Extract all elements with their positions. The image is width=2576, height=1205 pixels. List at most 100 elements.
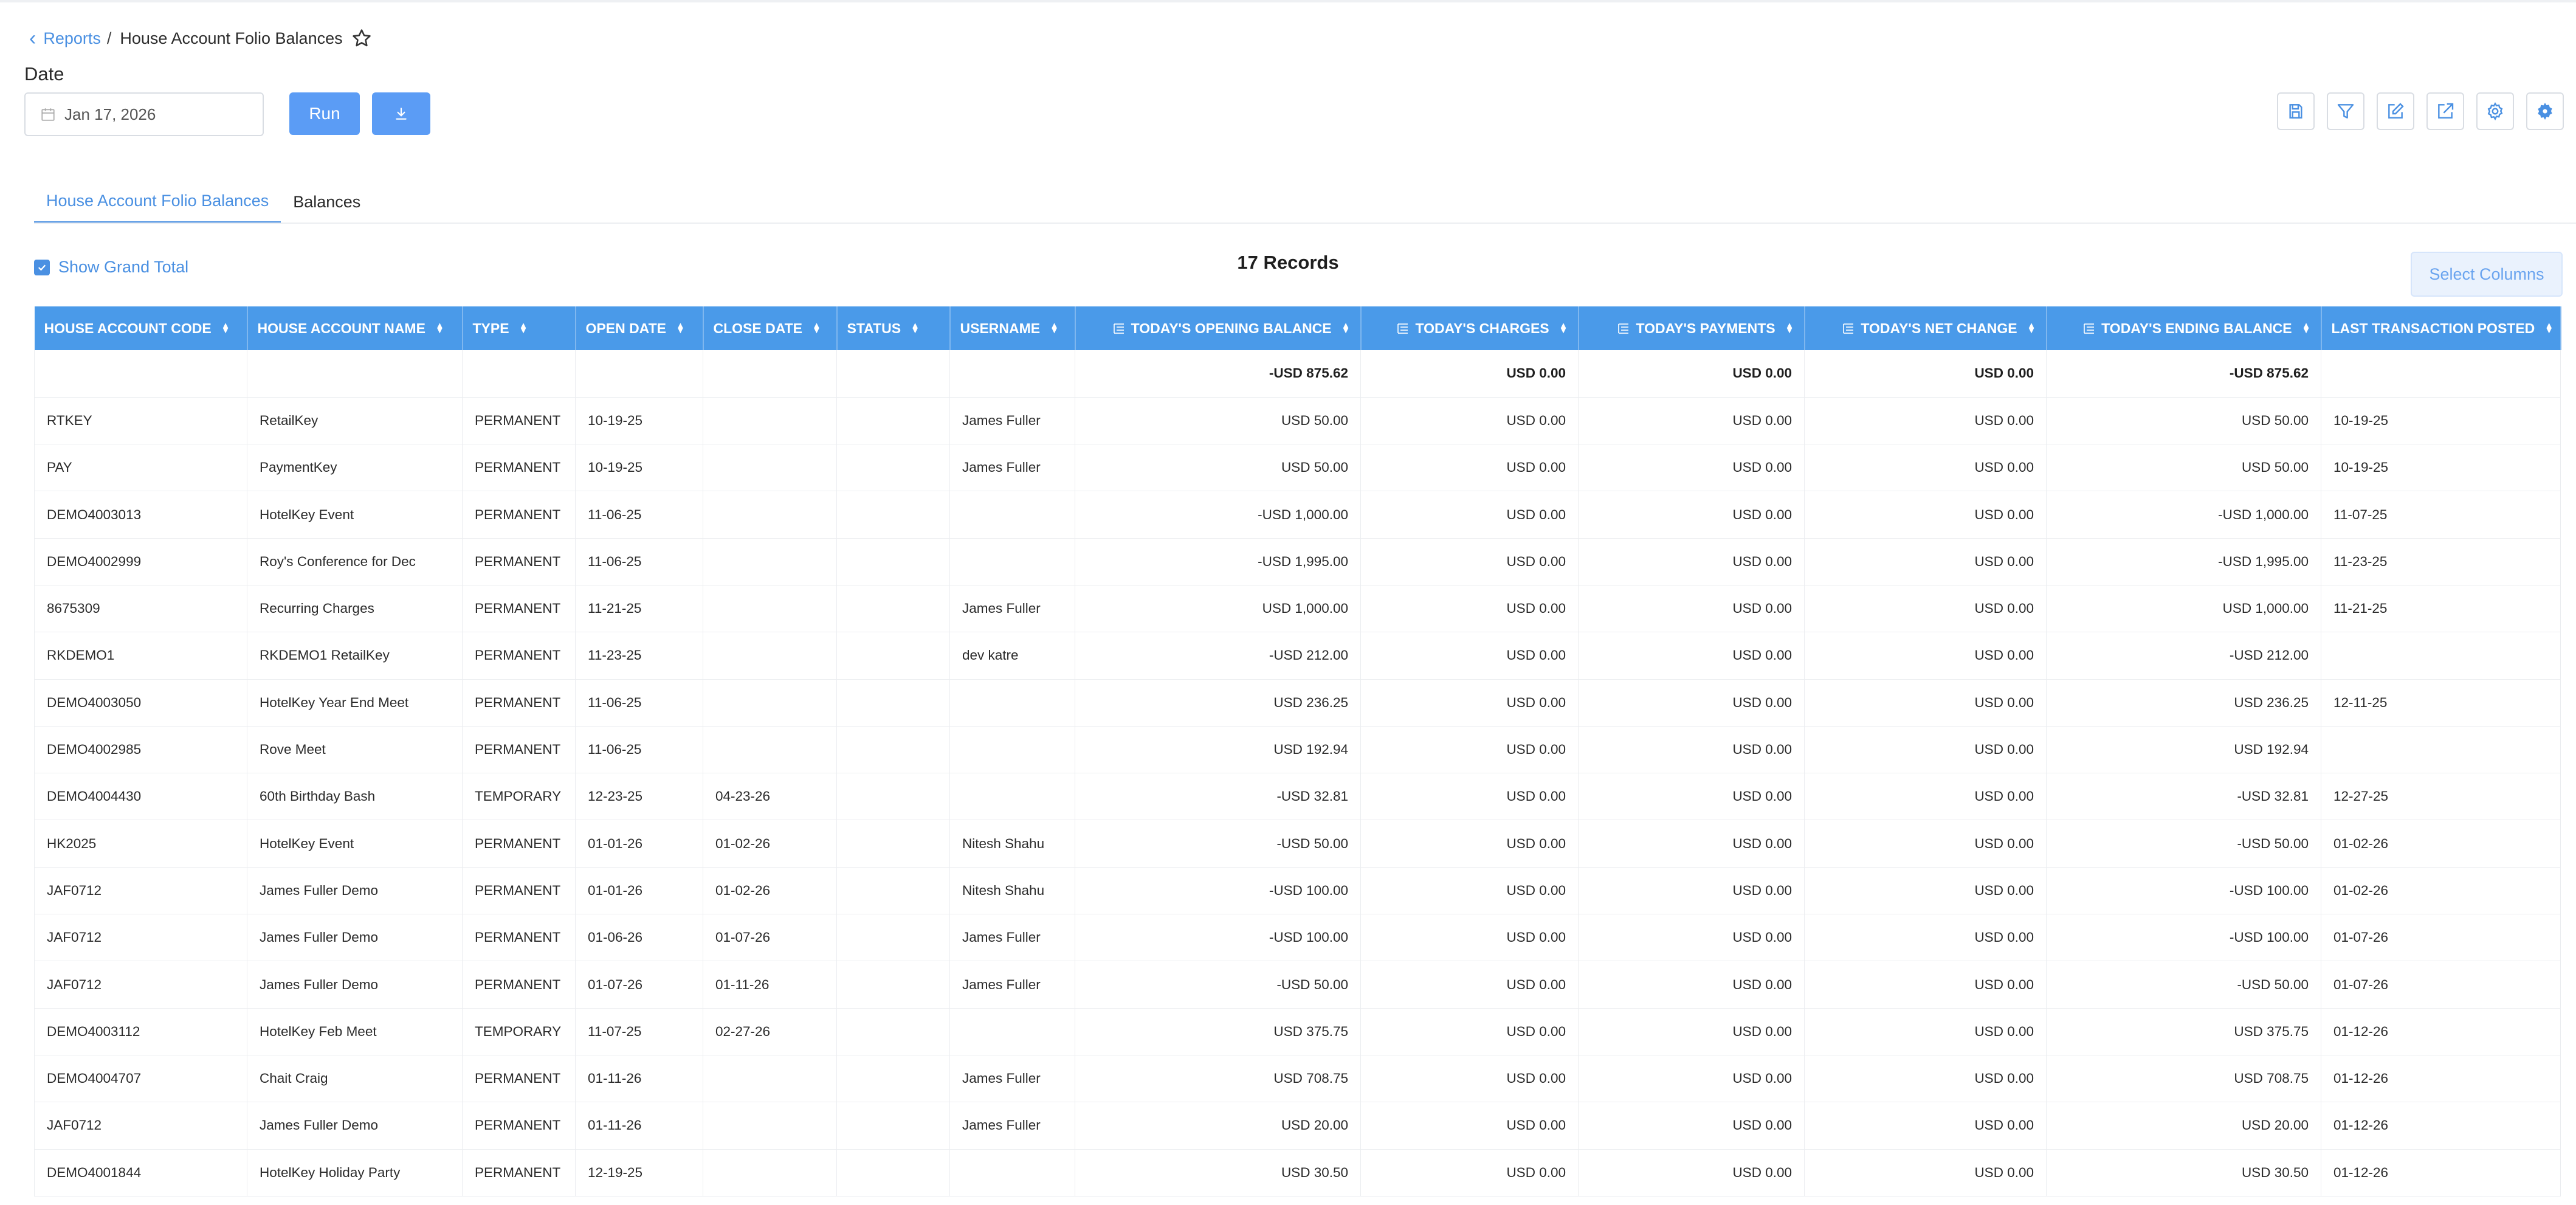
column-list-icon xyxy=(1397,323,1408,334)
table-cell: RTKEY xyxy=(34,397,247,445)
table-cell: DEMO4003013 xyxy=(34,491,247,539)
table-cell: -USD 100.00 xyxy=(1075,914,1361,962)
table-cell xyxy=(836,1055,950,1103)
column-header-open-date[interactable]: OPEN DATE ▲ ▼ xyxy=(575,306,704,350)
table-cell xyxy=(703,726,837,774)
table-cell: USD 0.00 xyxy=(1360,1102,1579,1150)
table-cell: 11-06-25 xyxy=(575,679,703,727)
sort-icon[interactable]: ▲ ▼ xyxy=(519,321,528,335)
table-cell: James Fuller xyxy=(949,585,1075,633)
tab-balances[interactable]: Balances xyxy=(281,180,373,224)
sort-icon[interactable]: ▲ ▼ xyxy=(2027,321,2036,335)
table-cell: USD 0.00 xyxy=(1360,679,1579,727)
table-cell: James Fuller xyxy=(949,1102,1075,1150)
column-header-todays-payments[interactable]: TODAY'S PAYMENTS ▲ ▼ xyxy=(1578,306,1805,350)
table-cell: USD 0.00 xyxy=(1804,585,2047,633)
table-cell: HotelKey Holiday Party xyxy=(247,1149,463,1196)
table-cell: 11-07-25 xyxy=(575,1008,703,1055)
table-cell: DEMO4002999 xyxy=(34,538,247,585)
download-button[interactable] xyxy=(372,92,430,135)
table-cell: HK2025 xyxy=(34,820,247,868)
table-cell: DEMO4004430 xyxy=(34,773,247,821)
table-cell: PERMANENT xyxy=(462,585,576,633)
table-cell: 01-07-26 xyxy=(2321,914,2561,962)
sort-icon[interactable]: ▲ ▼ xyxy=(2544,321,2554,335)
external-link-icon xyxy=(2438,103,2454,119)
column-header-username[interactable]: USERNAME ▲ ▼ xyxy=(949,306,1076,350)
table-cell: James Fuller xyxy=(949,1055,1075,1103)
column-header-status[interactable]: STATUS ▲ ▼ xyxy=(836,306,951,350)
breadcrumb: ‹ Reports / House Account Folio Balances xyxy=(29,24,372,52)
sort-icon[interactable]: ▲ ▼ xyxy=(911,321,920,335)
table-cell xyxy=(836,679,950,727)
table-cell: DEMO4003050 xyxy=(34,679,247,727)
run-button[interactable]: Run xyxy=(289,92,360,135)
column-header-last-transaction-posted[interactable]: LAST TRANSACTION POSTED ▲ ▼ xyxy=(2321,306,2561,350)
sort-icon[interactable]: ▲ ▼ xyxy=(1050,321,1059,335)
sort-icon[interactable]: ▲ ▼ xyxy=(1785,321,1794,335)
column-header-type[interactable]: TYPE ▲ ▼ xyxy=(462,306,576,350)
table-cell: 01-01-26 xyxy=(575,867,703,915)
tab-house-account-folio-balances[interactable]: House Account Folio Balances xyxy=(34,180,281,224)
filter-button[interactable] xyxy=(2327,92,2364,130)
edit-button[interactable] xyxy=(2377,92,2414,130)
select-columns-button[interactable]: Select Columns xyxy=(2411,252,2563,297)
table-cell: USD 20.00 xyxy=(2046,1102,2321,1150)
table-cell: HotelKey Year End Meet xyxy=(247,679,463,727)
sort-icon[interactable]: ▲ ▼ xyxy=(2302,321,2311,335)
table-cell: USD 0.00 xyxy=(1804,773,2047,821)
table-cell: USD 0.00 xyxy=(1360,726,1579,774)
table-row: DEMO4003013 HotelKey Event PERMANENT 11-06-… xyxy=(34,491,2561,539)
table-cell: 01-12-26 xyxy=(2321,1055,2561,1103)
table-cell: -USD 100.00 xyxy=(2046,867,2321,915)
table-cell: 8675309 xyxy=(34,585,247,633)
column-header-todays-charges[interactable]: TODAY'S CHARGES ▲ ▼ xyxy=(1360,306,1579,350)
sort-icon[interactable]: ▲ ▼ xyxy=(1341,321,1351,335)
table-cell: 11-06-25 xyxy=(575,538,703,585)
table-cell xyxy=(247,350,463,398)
table-cell: USD 0.00 xyxy=(1804,1055,2047,1103)
breadcrumb-reports-link[interactable]: Reports xyxy=(43,29,101,48)
table-row: DEMO4003050 HotelKey Year End Meet PERMANE… xyxy=(34,679,2561,727)
table-cell: USD 0.00 xyxy=(1804,726,2047,774)
sort-icon[interactable]: ▲ ▼ xyxy=(435,321,444,335)
page-title: House Account Folio Balances xyxy=(120,29,343,47)
sort-icon[interactable]: ▲ ▼ xyxy=(676,321,685,335)
table-cell: PERMANENT xyxy=(462,679,576,727)
column-header-todays-opening-balance[interactable]: TODAY'S OPENING BALANCE ▲ ▼ xyxy=(1075,306,1362,350)
save-button[interactable] xyxy=(2277,92,2315,130)
table-cell xyxy=(836,914,950,962)
table-cell xyxy=(836,726,950,774)
table-cell: USD 0.00 xyxy=(1578,491,1805,539)
chevron-left-icon[interactable]: ‹ xyxy=(29,28,36,49)
sort-icon[interactable]: ▲ ▼ xyxy=(1559,321,1568,335)
column-header-todays-ending-balance[interactable]: TODAY'S ENDING BALANCE ▲ ▼ xyxy=(2046,306,2322,350)
date-input[interactable]: Jan 17, 2026 xyxy=(24,92,264,136)
star-icon[interactable] xyxy=(351,28,372,49)
settings-button[interactable] xyxy=(2476,92,2514,130)
column-header-todays-net-change[interactable]: TODAY'S NET CHANGE ▲ ▼ xyxy=(1804,306,2047,350)
table-cell: USD 0.00 xyxy=(1804,444,2047,492)
table-cell: USD 0.00 xyxy=(1360,773,1579,821)
sort-icon[interactable]: ▲ ▼ xyxy=(221,321,230,335)
table-cell: USD 0.00 xyxy=(1578,679,1805,727)
table-cell: RKDEMO1 RetailKey xyxy=(247,632,463,680)
external-link-button[interactable] xyxy=(2426,92,2464,130)
download-icon xyxy=(396,108,407,120)
table-cell: USD 0.00 xyxy=(1360,538,1579,585)
table-cell: USD 0.00 xyxy=(1804,867,2047,915)
advanced-settings-button[interactable] xyxy=(2526,92,2564,130)
table-cell: USD 0.00 xyxy=(1360,1149,1579,1196)
table-cell: James Fuller xyxy=(949,397,1075,445)
table-cell: USD 0.00 xyxy=(1804,1102,2047,1150)
column-header-house-account-code[interactable]: HOUSE ACCOUNT CODE ▲ ▼ xyxy=(34,306,248,350)
column-header-close-date[interactable]: CLOSE DATE ▲ ▼ xyxy=(703,306,838,350)
table-cell: USD 50.00 xyxy=(2046,444,2321,492)
table-cell: 10-19-25 xyxy=(575,444,703,492)
table-cell: 01-07-26 xyxy=(575,961,703,1009)
table-cell: 01-11-26 xyxy=(703,961,837,1009)
table-cell: USD 236.25 xyxy=(2046,679,2321,727)
column-header-house-account-name[interactable]: HOUSE ACCOUNT NAME ▲ ▼ xyxy=(247,306,463,350)
table-cell: DEMO4003112 xyxy=(34,1008,247,1055)
sort-icon[interactable]: ▲ ▼ xyxy=(812,321,821,335)
